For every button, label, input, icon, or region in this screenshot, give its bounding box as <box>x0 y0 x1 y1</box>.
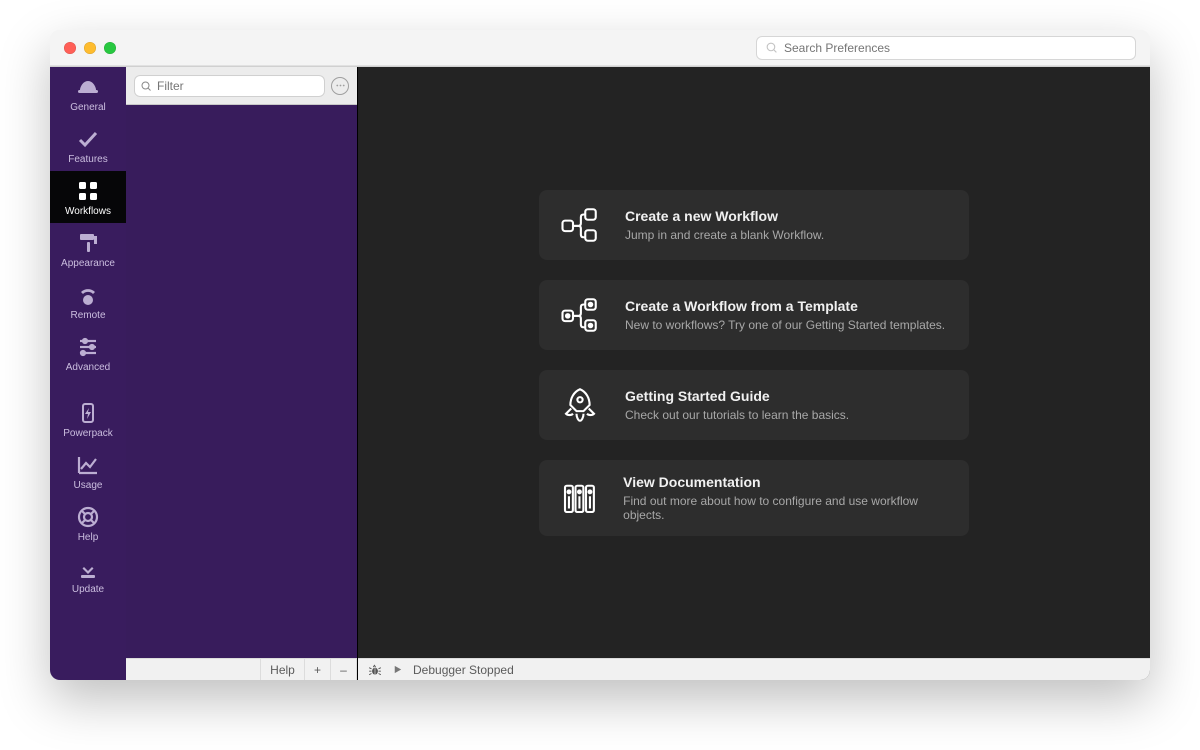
workflow-filter-field[interactable] <box>134 75 325 97</box>
sidebar-item-label: Help <box>78 532 99 543</box>
titlebar <box>50 30 1150 66</box>
workflow-filter-input[interactable] <box>157 79 319 93</box>
search-preferences-input[interactable] <box>784 41 1127 55</box>
sidebar-item-label: Features <box>68 154 107 165</box>
card-subtitle: New to workflows? Try one of our Getting… <box>625 318 945 332</box>
search-preferences-field[interactable] <box>756 36 1136 60</box>
sidebar-item-label: Update <box>72 584 104 595</box>
card-subtitle: Check out our tutorials to learn the bas… <box>625 408 849 422</box>
card-title: View Documentation <box>623 474 949 490</box>
card-title: Getting Started Guide <box>625 388 849 404</box>
card-subtitle: Find out more about how to configure and… <box>623 494 949 522</box>
workflow-template-icon <box>559 294 601 336</box>
grid-icon <box>75 179 101 203</box>
download-icon <box>75 557 101 581</box>
sidebar: General Features Workflows <box>50 67 126 680</box>
books-icon <box>558 477 600 519</box>
sidebar-item-remote[interactable]: Remote <box>50 275 126 327</box>
card-subtitle: Jump in and create a blank Workflow. <box>625 228 824 242</box>
workflow-filter-bar <box>126 67 357 105</box>
sidebar-item-label: Advanced <box>66 362 110 373</box>
remote-icon <box>75 283 101 307</box>
debugger-status-text: Debugger Stopped <box>413 663 514 677</box>
sidebar-item-general[interactable]: General <box>50 67 126 119</box>
play-icon <box>392 664 403 675</box>
sidebar-item-appearance[interactable]: Appearance <box>50 223 126 275</box>
battery-bolt-icon <box>75 401 101 425</box>
sidebar-item-label: Usage <box>74 480 103 491</box>
rocket-icon <box>559 384 601 426</box>
paint-roller-icon <box>75 231 101 255</box>
workflow-list-footer: Help + – <box>126 658 357 680</box>
ellipsis-icon <box>335 80 346 91</box>
checkmark-icon <box>75 127 101 151</box>
preferences-window: General Features Workflows <box>50 30 1150 680</box>
sidebar-item-label: Workflows <box>65 206 111 217</box>
sidebar-item-features[interactable]: Features <box>50 119 126 171</box>
sidebar-item-workflows[interactable]: Workflows <box>50 171 126 223</box>
bug-icon <box>368 663 382 677</box>
minimize-window-button[interactable] <box>84 42 96 54</box>
workflow-nodes-icon <box>559 204 601 246</box>
sidebar-item-advanced[interactable]: Advanced <box>50 327 126 379</box>
zoom-window-button[interactable] <box>104 42 116 54</box>
sliders-icon <box>75 335 101 359</box>
card-title: Create a new Workflow <box>625 208 824 224</box>
card-getting-started-guide[interactable]: Getting Started Guide Check out our tuto… <box>539 370 969 440</box>
add-workflow-button[interactable]: + <box>305 659 331 680</box>
filter-options-button[interactable] <box>331 77 349 95</box>
debugger-bug-button[interactable] <box>368 663 382 677</box>
footer-spacer <box>126 659 261 680</box>
debugger-bar: Debugger Stopped <box>358 658 1150 680</box>
remove-workflow-button[interactable]: – <box>331 659 357 680</box>
sidebar-item-label: Remote <box>70 310 105 321</box>
help-button[interactable]: Help <box>261 659 305 680</box>
sidebar-item-label: General <box>70 102 106 113</box>
sidebar-item-label: Powerpack <box>63 428 112 439</box>
card-create-workflow[interactable]: Create a new Workflow Jump in and create… <box>539 190 969 260</box>
close-window-button[interactable] <box>64 42 76 54</box>
workflow-list <box>126 105 357 658</box>
sidebar-item-usage[interactable]: Usage <box>50 445 126 497</box>
window-traffic-lights <box>64 42 116 54</box>
debugger-run-button[interactable] <box>392 664 403 675</box>
sidebar-item-powerpack[interactable]: Powerpack <box>50 393 126 445</box>
chart-line-icon <box>75 453 101 477</box>
sidebar-item-label: Appearance <box>61 258 115 269</box>
card-view-documentation[interactable]: View Documentation Find out more about h… <box>539 460 969 536</box>
hat-icon <box>75 75 101 99</box>
workflow-empty-state: Create a new Workflow Jump in and create… <box>358 67 1150 658</box>
workflow-main-panel: Create a new Workflow Jump in and create… <box>358 67 1150 680</box>
sidebar-item-help[interactable]: Help <box>50 497 126 549</box>
search-icon <box>765 41 778 54</box>
workflow-list-panel: Help + – <box>126 67 358 680</box>
lifebuoy-icon <box>75 505 101 529</box>
card-workflow-template[interactable]: Create a Workflow from a Template New to… <box>539 280 969 350</box>
search-icon <box>140 80 152 92</box>
card-title: Create a Workflow from a Template <box>625 298 945 314</box>
sidebar-item-update[interactable]: Update <box>50 549 126 601</box>
